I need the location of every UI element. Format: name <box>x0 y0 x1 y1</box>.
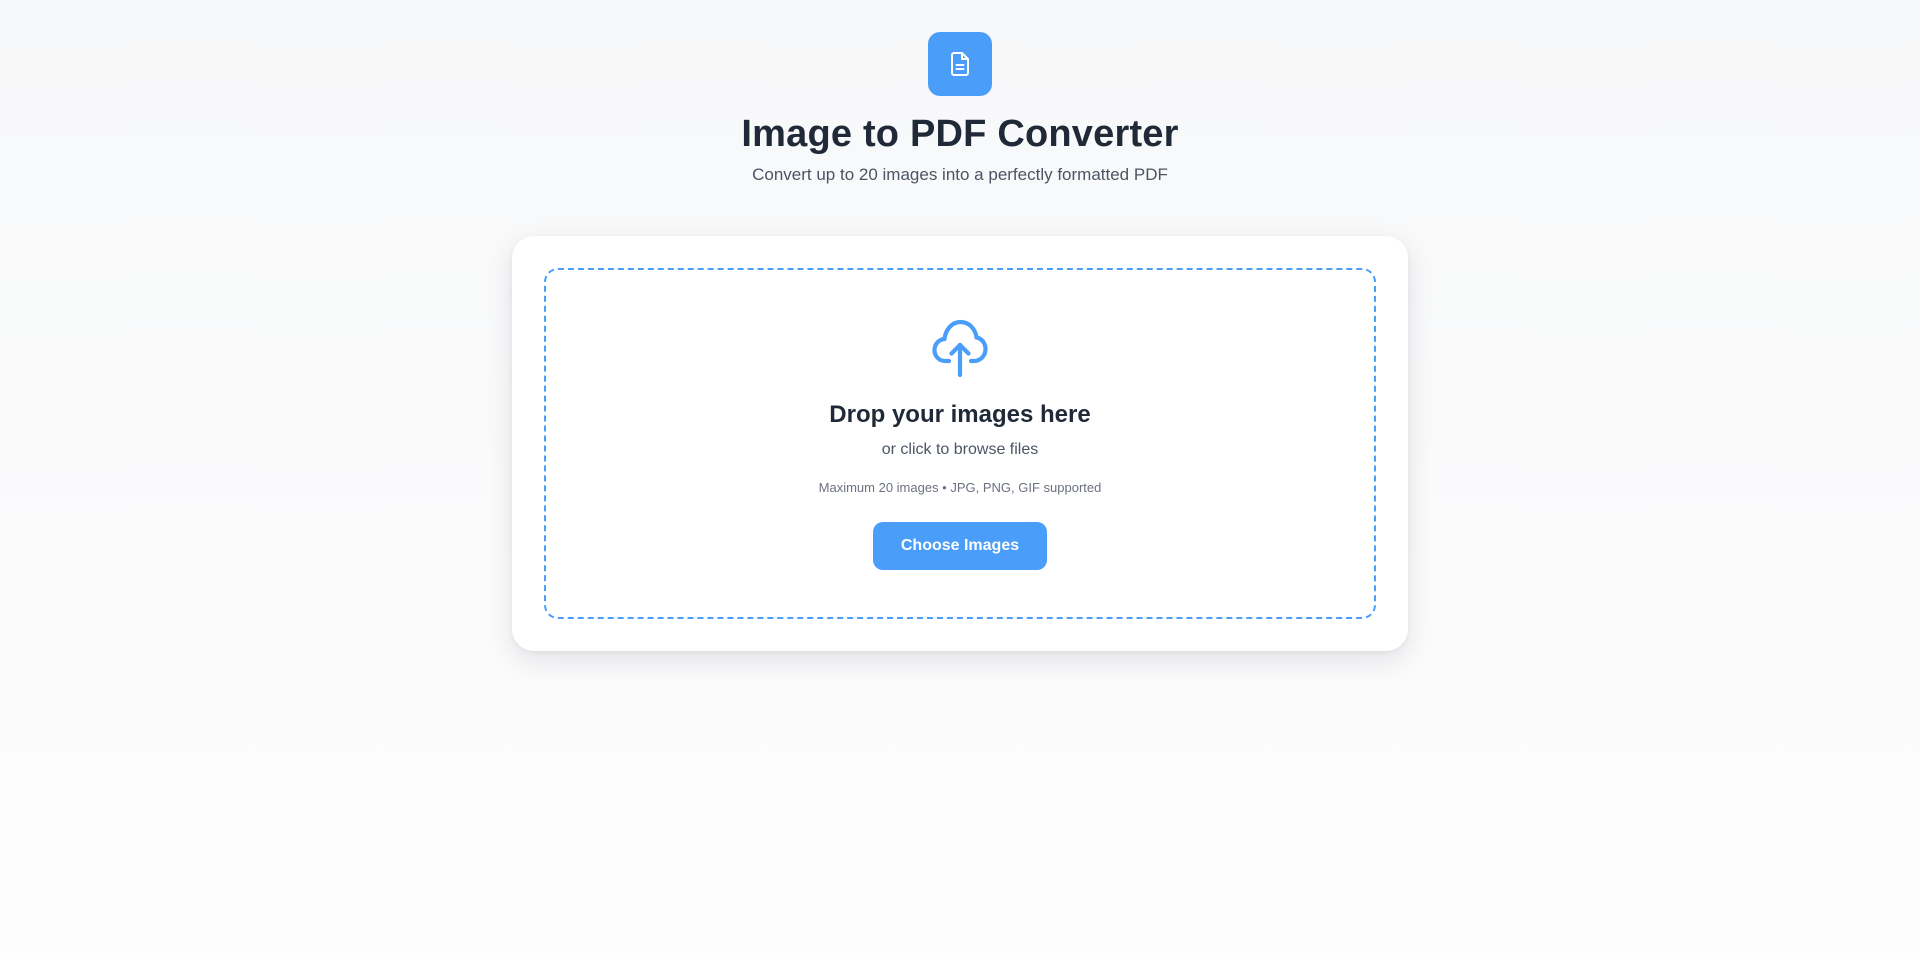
upload-card: Drop your images here or click to browse… <box>512 236 1408 651</box>
dropzone-subtitle: or click to browse files <box>881 441 1039 458</box>
dropzone-note: Maximum 20 images • JPG, PNG, GIF suppor… <box>818 480 1102 495</box>
app-page: Image to PDF Converter Convert up to 20 … <box>0 0 1920 953</box>
choose-images-button[interactable]: Choose Images <box>873 522 1047 570</box>
page-title: Image to PDF Converter <box>741 113 1179 155</box>
document-icon <box>951 52 969 76</box>
cloud-upload-icon <box>932 319 988 378</box>
page-subtitle: Convert up to 20 images into a perfectly… <box>752 165 1168 184</box>
image-dropzone[interactable]: Drop your images here or click to browse… <box>544 268 1376 619</box>
logo-tile <box>928 32 992 96</box>
dropzone-title: Drop your images here <box>829 401 1091 428</box>
